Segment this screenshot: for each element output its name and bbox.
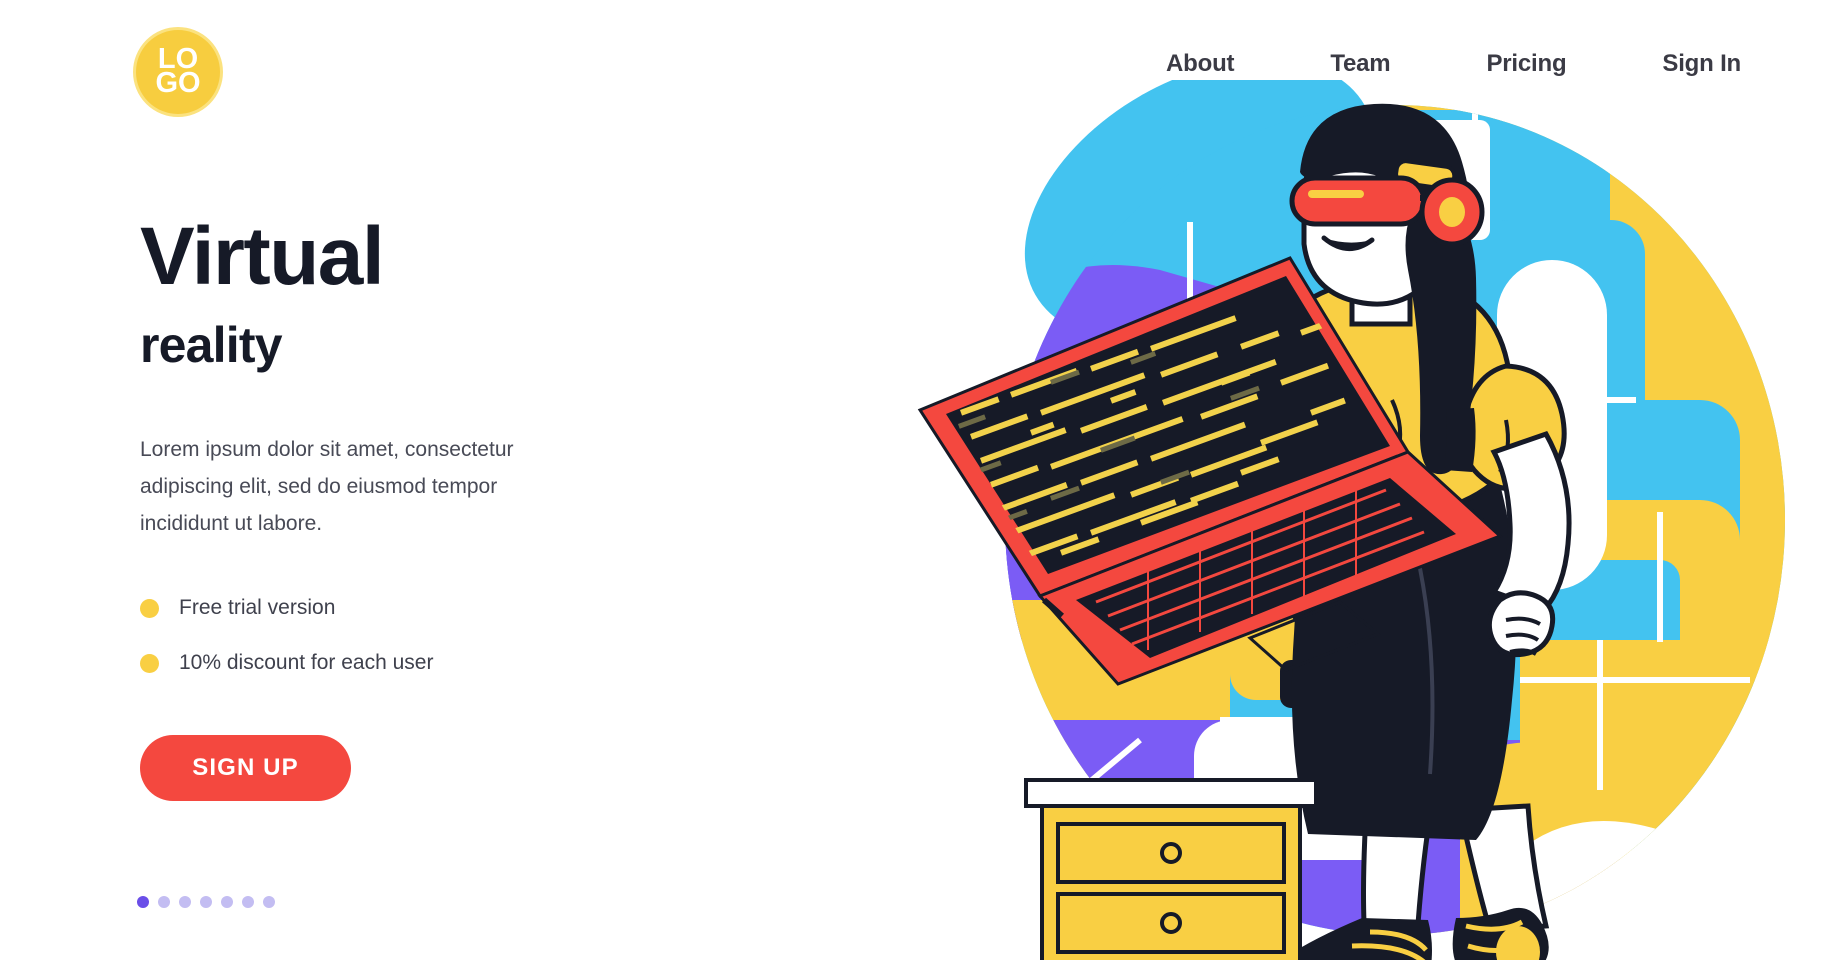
hero-paragraph: Lorem ipsum dolor sit amet, consectetur … (140, 438, 514, 535)
list-item: 10% discount for each user (140, 651, 660, 675)
nightstand (1024, 778, 1318, 960)
carousel-dot-4[interactable] (200, 896, 212, 908)
hero-content: Virtual reality Lorem ipsum dolor sit am… (140, 211, 660, 802)
carousel-dot-6[interactable] (242, 896, 254, 908)
bullet-dot-icon (140, 598, 159, 618)
carousel-dot-7[interactable] (263, 896, 275, 908)
carousel-dot-1[interactable] (137, 896, 149, 908)
page-subtitle: reality (140, 317, 283, 373)
nav-item-about[interactable]: About (1166, 50, 1235, 78)
nav-item-pricing[interactable]: Pricing (1486, 50, 1566, 78)
nav-item-team[interactable]: Team (1330, 50, 1390, 78)
carousel-dot-5[interactable] (221, 896, 233, 908)
carousel-dot-3[interactable] (179, 896, 191, 908)
page-title: Virtual (140, 211, 385, 302)
main-navigation: About Team Pricing Sign In (1166, 50, 1741, 78)
sign-up-button[interactable]: SIGN UP (140, 735, 351, 802)
feature-label: 10% discount for each user (179, 651, 434, 675)
hero-illustration (900, 80, 1800, 960)
logo-line-2: GO (155, 67, 201, 99)
feature-label: Free trial version (179, 596, 336, 620)
nav-item-sign-in[interactable]: Sign In (1662, 50, 1741, 78)
feature-list: Free trial version 10% discount for each… (140, 596, 660, 675)
carousel-pagination (137, 896, 275, 908)
landing-page: LO GO About Team Pricing Sign In Virtual… (0, 0, 1837, 980)
brand-logo[interactable]: LO GO (133, 27, 223, 117)
list-item: Free trial version (140, 596, 660, 620)
vr-scene-svg (917, 80, 1785, 960)
bullet-dot-icon (140, 653, 159, 673)
carousel-dot-2[interactable] (158, 896, 170, 908)
figure-hand-right (1486, 590, 1556, 658)
